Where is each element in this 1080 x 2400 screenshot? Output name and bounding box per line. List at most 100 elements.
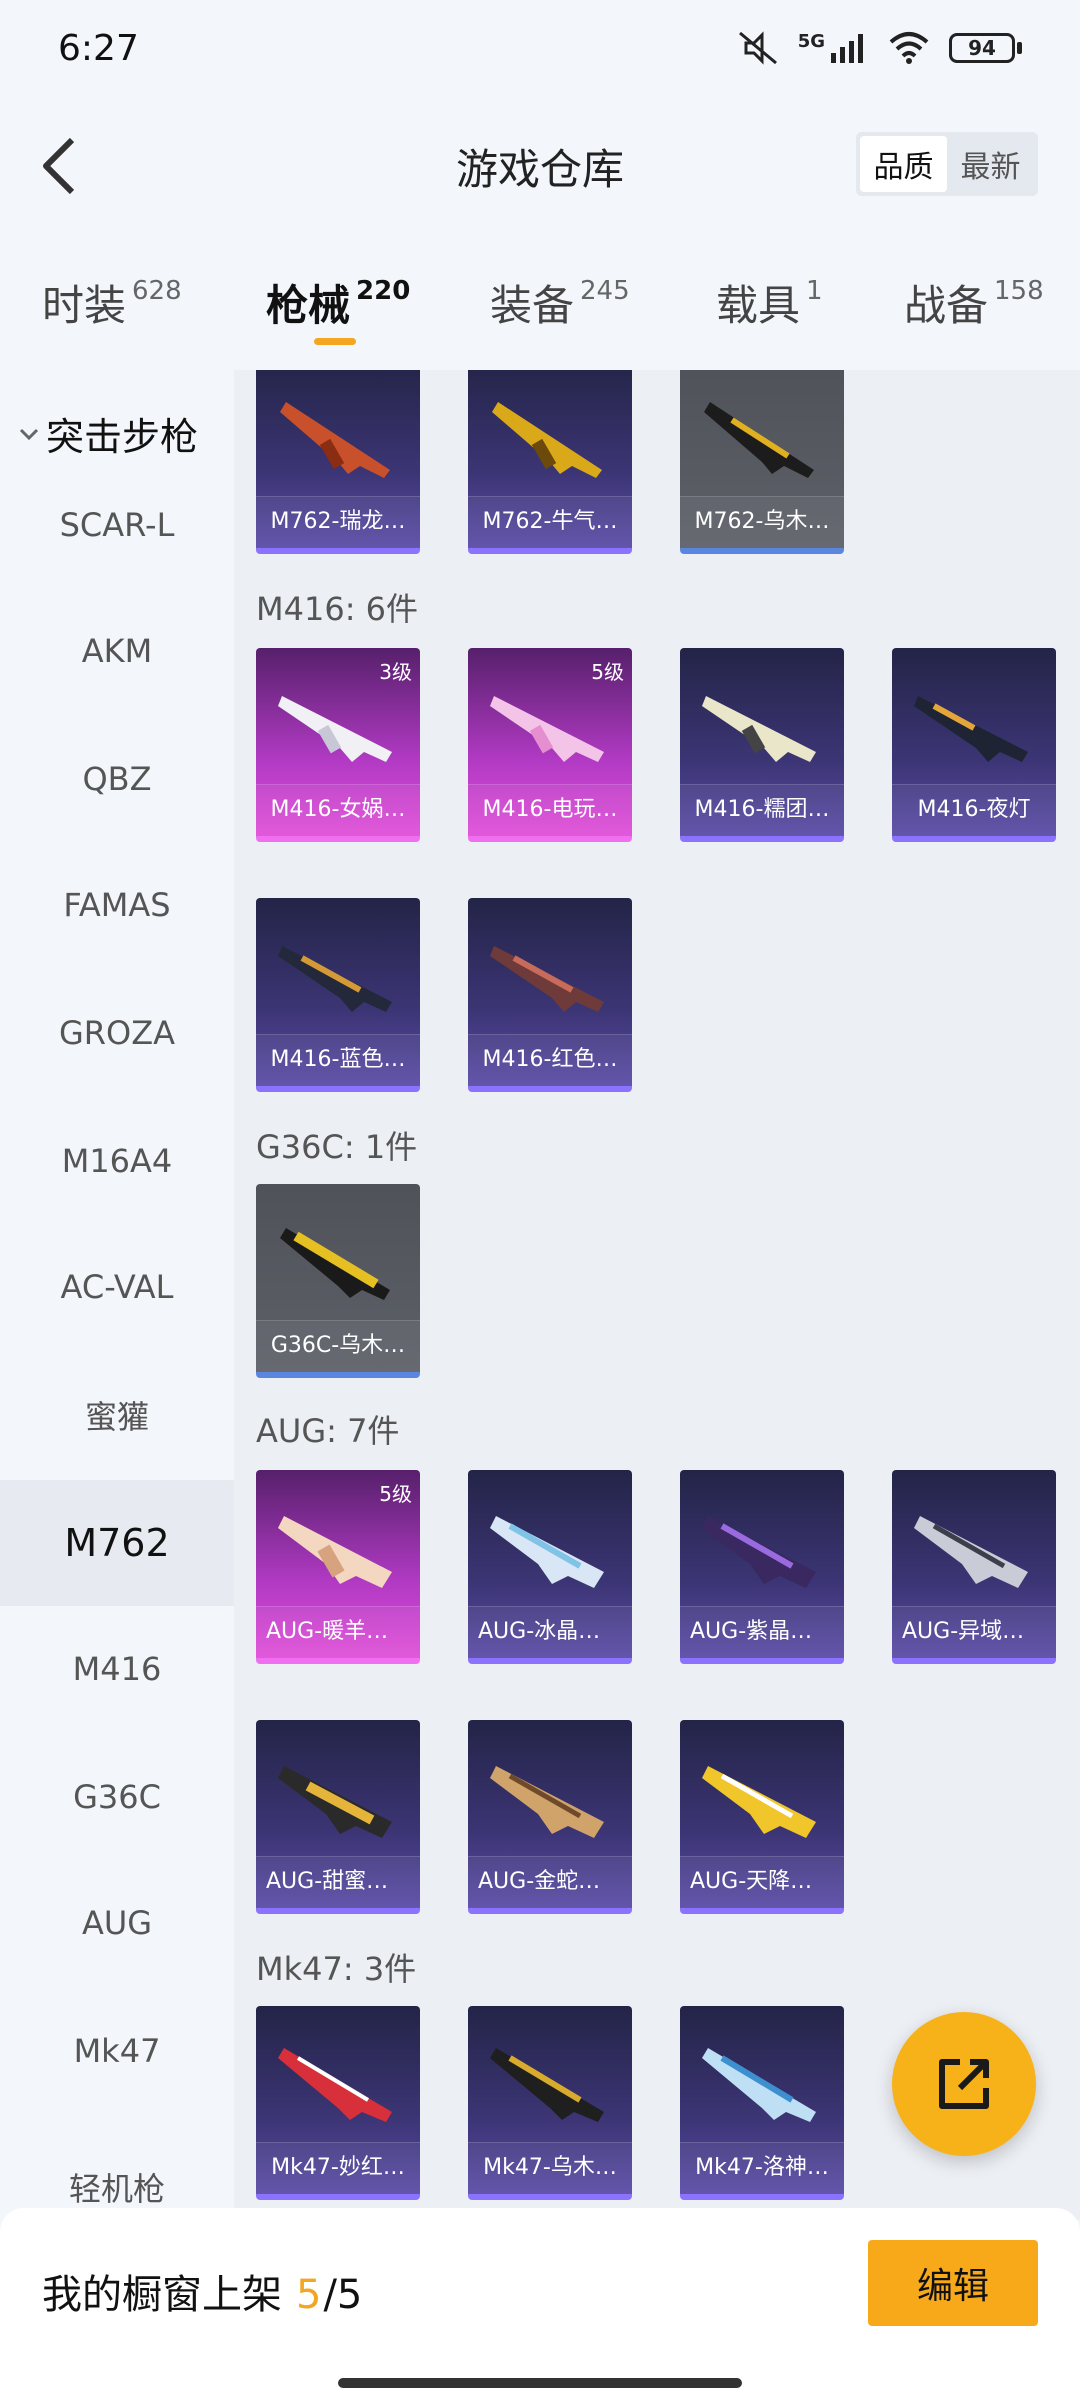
skin-card[interactable]: M762-瑞龙… <box>256 370 420 554</box>
edit-button[interactable]: 编辑 <box>868 2240 1038 2326</box>
skin-card[interactable]: 5级 AUG-暖羊咩咩 <box>256 1470 420 1664</box>
rifle-icon <box>702 2048 816 2122</box>
category-tabs: 时装 628 枪械 220 装备 245 载具 1 战备 158 <box>0 258 1080 358</box>
skin-card[interactable]: Mk47-乌木… <box>468 2006 632 2200</box>
skin-card[interactable]: AUG-紫晶流影 <box>680 1470 844 1664</box>
skin-name: M416-糯团… <box>680 784 844 836</box>
home-indicator[interactable] <box>338 2378 742 2388</box>
showcase-current-count: 5 <box>296 2272 322 2318</box>
skin-card[interactable]: M416-红色… <box>468 898 632 1092</box>
battery-icon: 94 <box>949 33 1022 63</box>
tab-count: 628 <box>132 276 182 306</box>
tab-count: 158 <box>994 276 1044 306</box>
rifle-icon <box>278 946 392 1012</box>
sidebar-item[interactable]: GROZA <box>0 970 234 1096</box>
sidebar-item-partial[interactable]: 轻机枪 <box>0 2124 234 2220</box>
group-title-aug: AUG: 7件 <box>256 1412 400 1450</box>
skin-name: M762-牛气… <box>468 496 632 548</box>
skin-card[interactable]: M416-夜灯 <box>892 648 1056 842</box>
sidebar-item[interactable]: SCAR-L <box>0 462 234 588</box>
sidebar-category-assault-rifles[interactable]: 突击步枪 <box>18 406 198 461</box>
sidebar-item[interactable]: M416 <box>0 1606 234 1732</box>
sidebar-item[interactable]: AC-VAL <box>0 1224 234 1350</box>
skin-name: AUG-冰晶雪宝 <box>468 1606 632 1658</box>
skin-card[interactable]: AUG-甜蜜菠萝 <box>256 1720 420 1914</box>
wifi-icon <box>889 32 929 64</box>
sidebar-item[interactable]: AUG <box>0 1860 234 1986</box>
rifle-icon <box>278 1766 392 1838</box>
sidebar-item[interactable]: M16A4 <box>0 1098 234 1224</box>
tab-equipment[interactable]: 装备 245 <box>490 272 630 333</box>
skin-card[interactable]: M416-蓝色… <box>256 898 420 1092</box>
share-button[interactable] <box>892 2012 1036 2156</box>
tab-count: 245 <box>580 276 630 306</box>
skin-card[interactable]: Mk47-妙红… <box>256 2006 420 2200</box>
showcase-total: /5 <box>323 2272 363 2318</box>
tab-battle-prep[interactable]: 战备 158 <box>904 272 1044 333</box>
tab-label: 载具 <box>716 281 801 330</box>
skin-card[interactable]: M762-牛气… <box>468 370 632 554</box>
skin-name: G36C-乌木… <box>256 1320 420 1372</box>
sort-latest-button[interactable]: 最新 <box>947 136 1034 192</box>
sidebar-item-active[interactable]: M762 <box>0 1480 234 1606</box>
level-badge: 3级 <box>379 660 412 684</box>
showcase-bar: 我的橱窗上架 5 /5 编辑 <box>0 2208 1080 2400</box>
header: 游戏仓库 品质 最新 <box>0 96 1080 236</box>
signal-icon <box>831 34 863 63</box>
rifle-icon <box>704 402 814 478</box>
skin-card[interactable]: AUG-异域银装 <box>892 1470 1056 1664</box>
skin-name: M416-夜灯 <box>892 784 1056 836</box>
level-badge: 5级 <box>591 660 624 684</box>
tab-label: 时装 <box>42 281 127 330</box>
group-title-m416: M416: 6件 <box>256 590 419 628</box>
sort-quality-button[interactable]: 品质 <box>860 136 947 192</box>
sidebar-item[interactable]: Mk47 <box>0 1988 234 2114</box>
sidebar-item[interactable]: QBZ <box>0 716 234 842</box>
tab-fashion[interactable]: 时装 628 <box>42 272 182 333</box>
skin-name: AUG-紫晶流影 <box>680 1606 844 1658</box>
rifle-icon <box>280 402 390 478</box>
group-title-g36c: G36C: 1件 <box>256 1128 418 1166</box>
skin-card[interactable]: 3级 M416-女娲… <box>256 648 420 842</box>
skin-card[interactable]: 5级 M416-电玩… <box>468 648 632 842</box>
rifle-icon <box>914 696 1028 762</box>
skin-name: Mk47-洛神… <box>680 2142 844 2194</box>
skin-card[interactable]: M762-乌木… <box>680 370 844 554</box>
skin-card[interactable]: AUG-天降萌叽 <box>680 1720 844 1914</box>
active-tab-indicator <box>314 338 356 345</box>
skin-name: AUG-异域银装 <box>892 1606 1056 1658</box>
skin-name: AUG-金蛇镇世 <box>468 1856 632 1908</box>
rifle-icon <box>490 1516 604 1588</box>
rifle-icon <box>278 2048 392 2122</box>
weapon-sidebar[interactable]: 突击步枪 SCAR-L AKM QBZ FAMAS GROZA M16A4 AC… <box>0 370 234 2220</box>
skin-card[interactable]: AUG-金蛇镇世 <box>468 1720 632 1914</box>
skin-name: Mk47-乌木… <box>468 2142 632 2194</box>
skin-card[interactable]: M416-糯团… <box>680 648 844 842</box>
chevron-down-icon <box>19 428 39 440</box>
showcase-status: 我的橱窗上架 5 /5 <box>42 2262 362 2320</box>
tab-guns[interactable]: 枪械 220 <box>266 272 410 333</box>
battery-level: 94 <box>949 33 1015 63</box>
sidebar-item[interactable]: G36C <box>0 1734 234 1860</box>
status-bar: 6:27 5G 94 <box>0 0 1080 96</box>
rifle-icon <box>914 1516 1028 1588</box>
sidebar-heading: 突击步枪 <box>46 415 199 459</box>
sidebar-item[interactable]: FAMAS <box>0 842 234 968</box>
skin-name: M416-蓝色… <box>256 1034 420 1086</box>
sidebar-item[interactable]: 蜜獾 <box>0 1352 234 1478</box>
status-icons: 5G 94 <box>736 29 1022 67</box>
rifle-icon <box>490 2048 604 2122</box>
skin-card[interactable]: G36C-乌木… <box>256 1184 420 1378</box>
skin-name: AUG-天降萌叽 <box>680 1856 844 1908</box>
weapon-grid[interactable]: M762-瑞龙… M762-牛气… M762-乌木… M416: 6件 3级 M… <box>234 370 1080 2220</box>
skin-card[interactable]: Mk47-洛神… <box>680 2006 844 2200</box>
skin-card[interactable]: AUG-冰晶雪宝 <box>468 1470 632 1664</box>
tab-vehicles[interactable]: 载具 1 <box>716 272 823 333</box>
tab-label: 战备 <box>904 281 989 330</box>
group-title-mk47: Mk47: 3件 <box>256 1950 417 1988</box>
rifle-icon <box>492 402 602 478</box>
sidebar-item[interactable]: AKM <box>0 588 234 714</box>
rifle-icon <box>280 1228 390 1300</box>
skin-name: M762-瑞龙… <box>256 496 420 548</box>
sort-toggle: 品质 最新 <box>856 132 1038 196</box>
